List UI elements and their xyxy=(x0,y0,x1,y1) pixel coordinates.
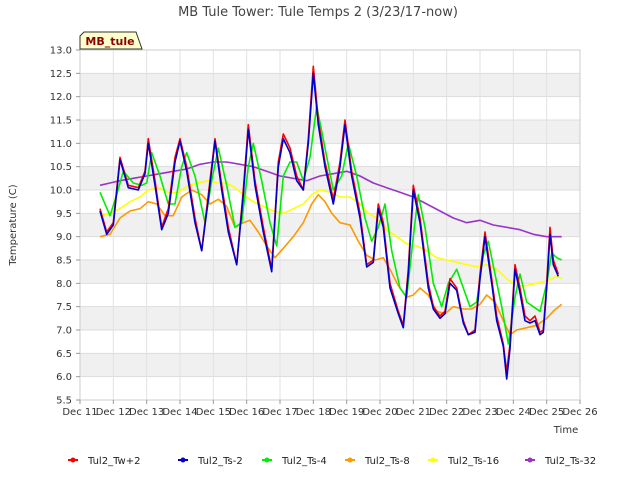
chart-title: MB Tule Tower: Tule Temps 2 (3/23/17-now… xyxy=(178,5,458,20)
x-tick-label: Dec 12 xyxy=(96,407,131,418)
x-tick-label: Dec 20 xyxy=(362,407,397,418)
plot-band xyxy=(80,213,580,237)
legend: Tul2_Tw+2 Tul2_Ts-2 Tul2_Ts-4 Tul2_Ts-8 Tul2… xyxy=(68,456,596,467)
x-tick-label: Dec 11 xyxy=(62,407,97,418)
x-axis-ticks: Dec 11Dec 12Dec 13Dec 14Dec 15Dec 16Dec … xyxy=(62,400,598,418)
x-tick-label: Dec 15 xyxy=(196,407,231,418)
temperature-chart: MB Tule Tower: Tule Temps 2 (3/23/17-now… xyxy=(8,5,598,467)
y-axis-label: Temperature (C) xyxy=(8,184,19,266)
y-tick-label: 6.0 xyxy=(56,372,72,383)
y-axis-ticks: 5.5 6.0 6.5 7.0 7.5 8.0 8.5 9.0 9.5 10.0 10.5 11.0 1… xyxy=(50,46,80,407)
plot-background-bands xyxy=(80,50,580,400)
x-axis-label: Time xyxy=(553,425,578,436)
legend-marker xyxy=(347,457,353,463)
y-tick-label: 10.5 xyxy=(50,162,72,173)
legend-label: Tul2_Ts-32 xyxy=(544,456,596,467)
y-tick-label: 8.0 xyxy=(56,279,72,290)
plot-band xyxy=(80,283,580,307)
y-tick-label: 9.5 xyxy=(56,209,72,220)
y-tick-label: 5.5 xyxy=(56,396,72,407)
y-tick-label: 12.5 xyxy=(50,69,72,80)
x-tick-label: Dec 13 xyxy=(129,407,164,418)
station-tag: MB_tule xyxy=(79,31,143,50)
x-tick-label: Dec 23 xyxy=(462,407,497,418)
legend-marker xyxy=(527,457,533,463)
plot-band xyxy=(80,73,580,97)
legend-marker xyxy=(264,457,270,463)
x-tick-label: Dec 17 xyxy=(262,407,297,418)
y-tick-label: 11.5 xyxy=(50,116,72,127)
plot-band xyxy=(80,236,580,260)
legend-marker xyxy=(430,457,436,463)
y-tick-label: 13.0 xyxy=(50,46,72,57)
y-tick-label: 12.0 xyxy=(50,92,72,103)
x-tick-label: Dec 22 xyxy=(429,407,464,418)
x-tick-label: Dec 19 xyxy=(329,407,364,418)
plot-band xyxy=(80,376,580,400)
legend-marker xyxy=(180,457,186,463)
legend-label: Tul2_Ts-8 xyxy=(364,456,410,467)
legend-marker xyxy=(70,457,76,463)
plot-band xyxy=(80,50,580,74)
x-tick-label: Dec 18 xyxy=(296,407,331,418)
plot-band xyxy=(80,260,580,284)
x-tick-label: Dec 24 xyxy=(496,407,531,418)
plot-band xyxy=(80,96,580,120)
x-tick-label: Dec 26 xyxy=(562,407,597,418)
y-tick-label: 11.0 xyxy=(50,139,72,150)
y-tick-label: 9.0 xyxy=(56,232,72,243)
legend-label: Tul2_Ts-2 xyxy=(197,456,243,467)
plot-band xyxy=(80,330,580,354)
y-tick-label: 8.5 xyxy=(56,256,72,267)
plot-band xyxy=(80,120,580,144)
x-tick-label: Dec 14 xyxy=(162,407,197,418)
x-tick-label: Dec 21 xyxy=(396,407,431,418)
y-tick-label: 6.5 xyxy=(56,349,72,360)
y-tick-label: 7.0 xyxy=(56,326,72,337)
legend-label: Tul2_Tw+2 xyxy=(87,456,140,467)
legend-label: Tul2_Ts-16 xyxy=(447,456,499,467)
x-tick-label: Dec 16 xyxy=(229,407,264,418)
x-tick-label: Dec 25 xyxy=(529,407,564,418)
y-tick-label: 10.0 xyxy=(50,186,72,197)
y-tick-label: 7.5 xyxy=(56,302,72,313)
legend-label: Tul2_Ts-4 xyxy=(281,456,327,467)
station-tag-label: MB_tule xyxy=(85,35,134,48)
